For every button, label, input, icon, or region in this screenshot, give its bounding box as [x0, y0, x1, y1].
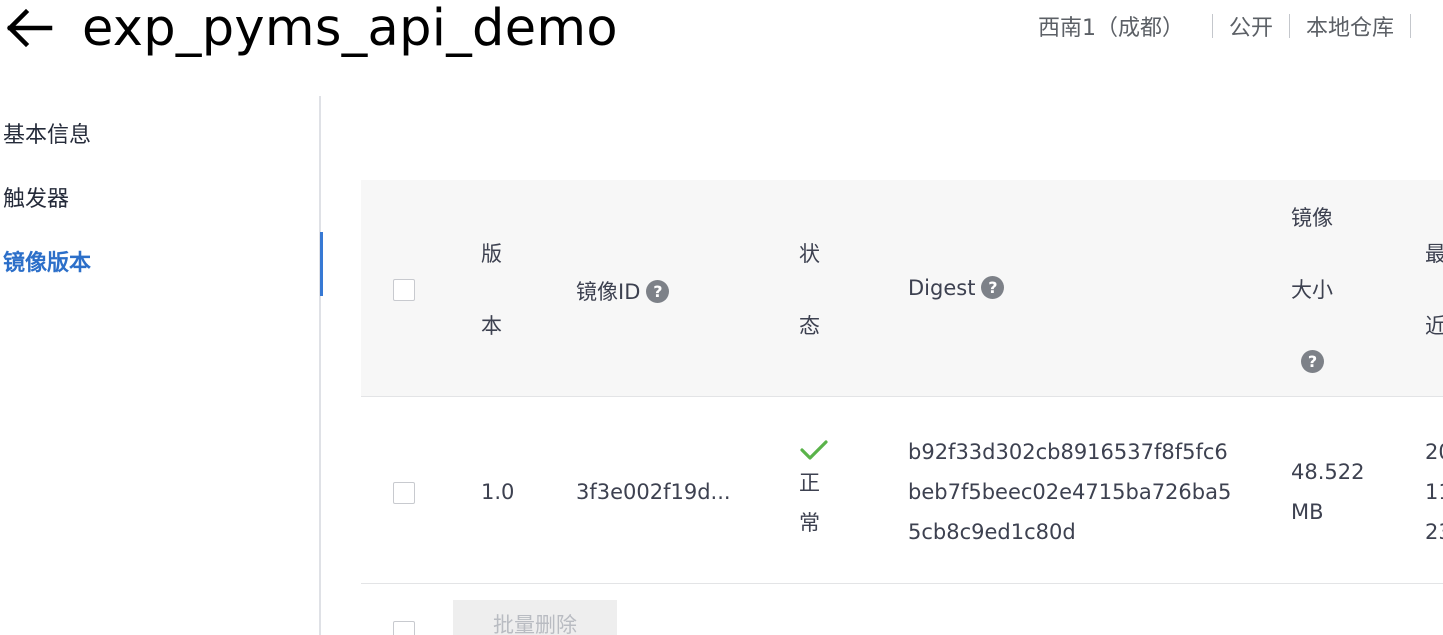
table-row: 1.0 3f3e002f19d... 正 常 b92f33d302cb89165…: [361, 398, 1443, 584]
header-updated: 最 近: [1425, 236, 1443, 344]
header-digest: Digest?: [908, 275, 1005, 301]
help-icon[interactable]: ?: [646, 279, 670, 303]
table-footer: 批量删除: [361, 585, 1443, 635]
row-updated: 20 11 23: [1425, 432, 1443, 552]
row-digest-line: 5cb8c9ed1c80d: [908, 520, 1076, 544]
sidebar-item-basic-info[interactable]: 基本信息: [0, 104, 321, 168]
header-image-id: 镜像ID?: [576, 276, 670, 306]
row-size-line: MB: [1291, 500, 1324, 524]
row-updated-line: 23: [1425, 520, 1443, 544]
row-updated-line: 20: [1425, 440, 1443, 464]
visibility-label: 公开: [1229, 16, 1274, 41]
meta-divider: [1410, 14, 1412, 38]
meta-divider: [1289, 14, 1291, 38]
image-version-table: 版 本 镜像ID? 状 态 Digest? 镜像 大小 ? 最 近 1.0 3f…: [361, 180, 1443, 635]
sidebar-item-triggers[interactable]: 触发器: [0, 168, 321, 232]
back-arrow-icon[interactable]: [4, 8, 54, 48]
header-status-line: 状: [799, 242, 820, 266]
row-digest-line: b92f33d302cb8916537f8f5fc6: [908, 440, 1228, 464]
row-status: 正 常: [799, 438, 829, 543]
header-digest-label: Digest: [908, 276, 976, 300]
header-size-line: 镜像: [1291, 206, 1333, 230]
meta-divider: [1212, 14, 1213, 38]
row-version: 1.0: [481, 480, 515, 504]
region-label: 西南1（成都）: [1038, 16, 1184, 41]
select-all-checkbox[interactable]: [393, 279, 415, 301]
repo-meta: 西南1（成都） 公开 本地仓库: [1038, 10, 1427, 42]
header-version-line: 版: [481, 242, 502, 266]
help-icon[interactable]: ?: [1301, 349, 1324, 373]
table-header: 版 本 镜像ID? 状 态 Digest? 镜像 大小 ? 最 近: [361, 180, 1443, 397]
row-size-line: 48.522: [1291, 460, 1365, 484]
header-size: 镜像 大小 ?: [1291, 200, 1333, 380]
header-updated-line: 近: [1425, 314, 1443, 338]
row-size: 48.522 MB: [1291, 452, 1364, 532]
row-digest: b92f33d302cb8916537f8f5fc6 beb7f5beec02e…: [908, 432, 1231, 552]
header-image-id-label: 镜像ID: [576, 280, 641, 304]
header-status: 状 态: [799, 236, 820, 344]
sidebar-nav: 基本信息 触发器 镜像版本: [0, 96, 323, 635]
check-icon: [800, 440, 828, 460]
help-icon[interactable]: ?: [981, 275, 1005, 299]
row-status-line: 正: [799, 471, 820, 495]
header-updated-line: 最: [1425, 242, 1443, 266]
row-digest-line: beb7f5beec02e4715ba726ba5: [908, 480, 1232, 504]
row-status-line: 常: [799, 511, 820, 535]
footer-select-all-checkbox[interactable]: [393, 621, 415, 635]
header-version-line: 本: [481, 314, 502, 338]
header-size-line: 大小: [1291, 278, 1333, 302]
row-image-id[interactable]: 3f3e002f19d...: [576, 480, 731, 504]
page-header: exp_pyms_api_demo 西南1（成都） 公开 本地仓库: [0, 0, 1443, 70]
header-status-line: 态: [799, 314, 820, 338]
batch-delete-button[interactable]: 批量删除: [453, 600, 617, 635]
sidebar-item-image-versions[interactable]: 镜像版本: [0, 232, 323, 296]
header-version: 版 本: [481, 236, 502, 344]
repo-type-label: 本地仓库: [1306, 16, 1395, 41]
row-checkbox[interactable]: [393, 482, 415, 504]
row-updated-line: 11: [1425, 480, 1443, 504]
page-title: exp_pyms_api_demo: [82, 0, 618, 58]
